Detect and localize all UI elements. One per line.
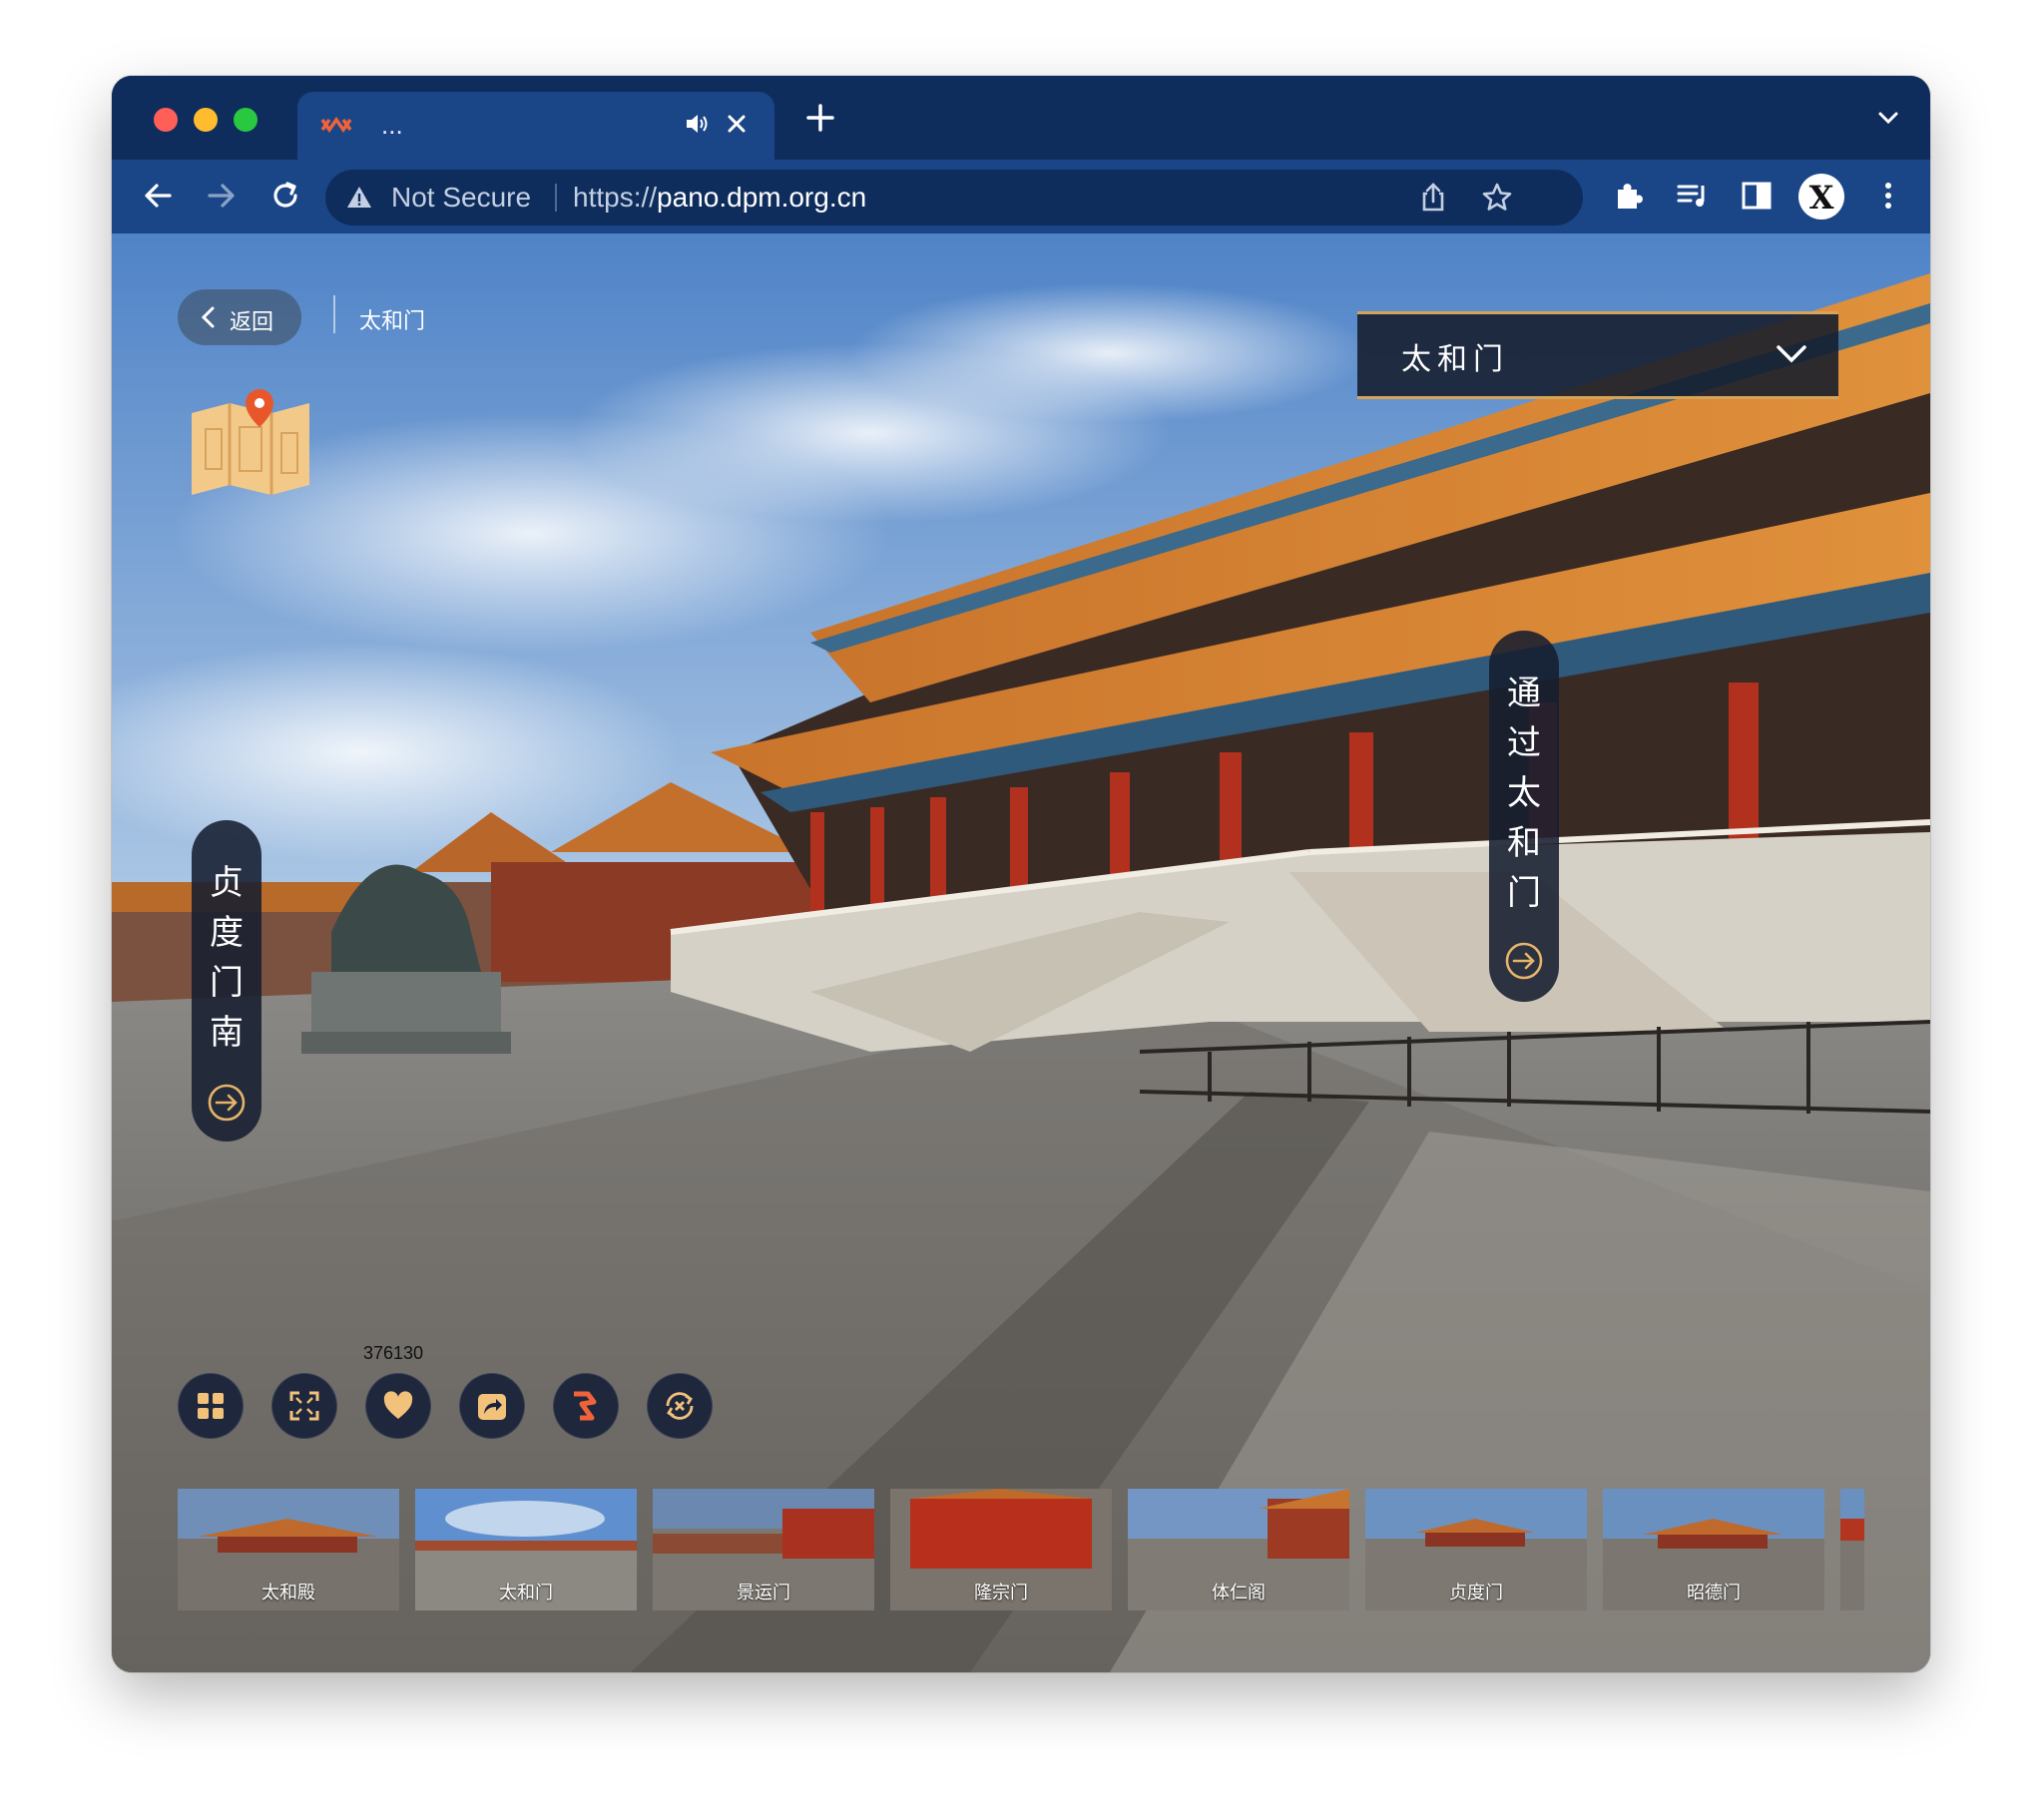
forward-arrow-icon[interactable] <box>204 178 240 214</box>
tab-search-chevron-icon[interactable] <box>1874 104 1902 132</box>
thumbnail-image <box>1840 1489 1864 1610</box>
browser-tab[interactable]: ... <box>297 92 774 160</box>
thumbnail-label: 体仁阁 <box>1212 1583 1266 1602</box>
heart-icon <box>383 1391 413 1419</box>
breadcrumb-current: 太和门 <box>359 308 426 333</box>
enter-arrow-icon <box>1505 942 1543 980</box>
zoom-window-button[interactable] <box>234 108 257 132</box>
like-count: 376130 <box>363 1343 424 1363</box>
share-button[interactable] <box>459 1373 525 1439</box>
guide-button[interactable] <box>553 1373 619 1439</box>
grid-icon <box>198 1393 224 1419</box>
thumbnail-tirenge[interactable]: 体仁阁 <box>1128 1489 1349 1610</box>
thumbnail-taihedian[interactable]: 太和殿 <box>178 1489 399 1610</box>
back-label: 返回 <box>230 309 274 334</box>
scene-select-value: 太和门 <box>1401 342 1509 377</box>
thumbnail-jingyunmen[interactable]: 景运门 <box>653 1489 874 1610</box>
guide-route-icon <box>574 1391 597 1421</box>
reload-icon[interactable] <box>267 178 303 214</box>
side-panel-icon[interactable] <box>1739 178 1775 214</box>
hotspot-label: 贞度门南 <box>210 863 244 1053</box>
share-icon <box>478 1394 506 1420</box>
breadcrumb-divider <box>333 295 335 333</box>
panorama-viewer[interactable]: 返回 太和门 太和门 贞度门南 通过太和门 376130 太和殿 太和门 景运门… <box>112 233 1930 1672</box>
back-arrow-icon[interactable] <box>140 178 176 214</box>
minimize-window-button[interactable] <box>194 108 218 132</box>
back-button[interactable]: 返回 <box>178 289 301 345</box>
extensions-puzzle-icon[interactable] <box>1611 178 1647 214</box>
thumbnail-label: 太和殿 <box>261 1583 315 1602</box>
thumbnail-taihemen[interactable]: 太和门 <box>415 1489 637 1610</box>
security-label[interactable]: Not Secure <box>391 182 531 214</box>
thumbnail-label: 隆宗门 <box>974 1583 1028 1602</box>
warning-icon[interactable] <box>345 184 373 212</box>
bookmark-star-icon[interactable] <box>1479 180 1515 216</box>
hotspot-label: 通过太和门 <box>1507 674 1541 913</box>
audio-playing-icon[interactable] <box>683 110 711 138</box>
grid-view-button[interactable] <box>178 1373 244 1439</box>
fullscreen-icon <box>289 1391 319 1421</box>
browser-menu-icon[interactable] <box>1870 178 1906 214</box>
close-tab-icon[interactable] <box>721 108 753 140</box>
media-queue-icon[interactable] <box>1675 178 1711 214</box>
like-button[interactable] <box>365 1373 431 1439</box>
url-text[interactable]: https://pano.dpm.org.cn <box>573 182 866 214</box>
thumbnail-zhaodemen[interactable]: 昭德门 <box>1603 1489 1824 1610</box>
thumbnail-partial[interactable] <box>1840 1489 1864 1610</box>
auto-rotate-button[interactable] <box>647 1373 713 1439</box>
chevron-down-icon <box>1777 345 1806 363</box>
omnibox-divider <box>555 184 557 212</box>
thumbnail-label: 太和门 <box>499 1583 553 1602</box>
thumbnail-label: 景运门 <box>737 1583 790 1602</box>
hotspot-zhendumen-south[interactable]: 贞度门南 <box>192 820 261 1141</box>
thumbnail-zhendumen[interactable]: 贞度门 <box>1365 1489 1587 1610</box>
site-favicon-icon <box>320 116 352 134</box>
fullscreen-button[interactable] <box>271 1373 337 1439</box>
enter-arrow-icon <box>208 1084 246 1122</box>
browser-toolbar: Not Secure https://pano.dpm.org.cn X <box>112 160 1930 233</box>
close-window-button[interactable] <box>154 108 178 132</box>
panorama-image[interactable] <box>112 233 1930 1672</box>
thumbnail-longzongmen[interactable]: 隆宗门 <box>890 1489 1112 1610</box>
tab-title: ... <box>381 110 403 140</box>
share-page-icon[interactable] <box>1415 180 1451 216</box>
profile-avatar[interactable]: X <box>1798 174 1844 220</box>
scene-select[interactable]: 太和门 <box>1357 311 1838 399</box>
tab-strip: ... <box>112 76 1930 160</box>
hotspot-through-taihemen[interactable]: 通过太和门 <box>1489 631 1559 1002</box>
profile-letter: X <box>1808 179 1834 217</box>
browser-window: ... Not Secure https://pano.dpm.org.cn X… <box>112 76 1930 1672</box>
scene-thumbnail-strip[interactable]: 太和殿 太和门 景运门 隆宗门 体仁阁 贞度门 昭德门 <box>178 1489 1864 1610</box>
chevron-left-icon <box>201 306 215 328</box>
thumbnail-label: 贞度门 <box>1449 1583 1503 1602</box>
map-icon[interactable] <box>186 383 315 513</box>
address-bar[interactable]: Not Secure https://pano.dpm.org.cn <box>325 170 1583 226</box>
auto-rotate-icon <box>666 1392 694 1420</box>
thumbnail-label: 昭德门 <box>1687 1583 1741 1602</box>
url-scheme: https:// <box>573 182 658 213</box>
new-tab-icon[interactable] <box>802 100 838 136</box>
url-host: pano.dpm.org.cn <box>657 182 867 213</box>
